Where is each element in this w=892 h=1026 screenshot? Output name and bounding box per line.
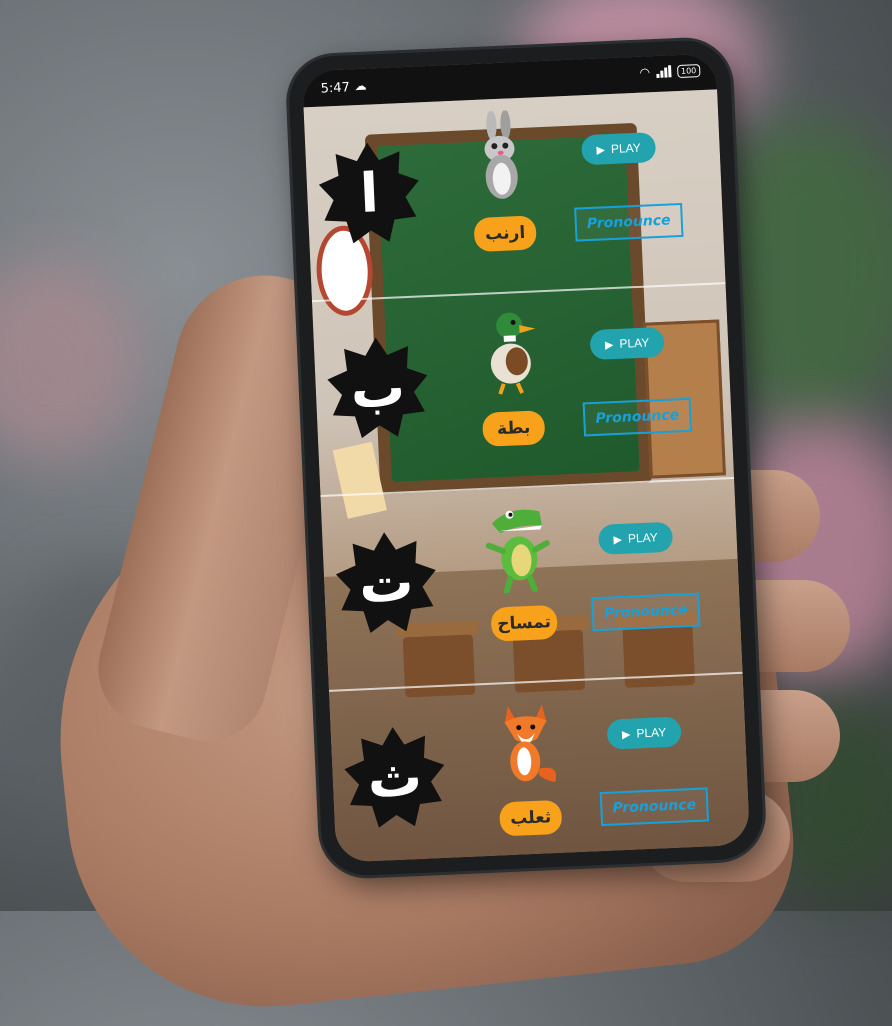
play-button[interactable]: ▶ PLAY (597, 521, 674, 555)
play-icon: ▶ (596, 143, 606, 157)
pronounce-button[interactable]: Pronounce (574, 202, 684, 242)
pronounce-button[interactable]: Pronounce (582, 397, 693, 437)
arabic-letter: ب (349, 354, 407, 421)
letter-row-ba: ب بطة ▶ PLAY Pronounce (312, 284, 734, 495)
word-label: بطة (481, 410, 546, 447)
word-label: تمساح (490, 604, 558, 642)
letter-row-tha: ث ثعلب ▶ PLAY Pronounce (329, 674, 750, 863)
status-icons: ◠ 100 (639, 63, 701, 80)
arabic-letter: ت (357, 549, 415, 615)
rabbit-icon (484, 109, 518, 199)
signal-icon (656, 65, 672, 78)
letter-row-ta: ت تمساح ▶ PLAY Pronounce (321, 479, 743, 690)
play-button[interactable]: ▶ PLAY (606, 716, 682, 750)
letter-row-alif: ا ارنب ▶ PLAY Pronounce (303, 89, 725, 300)
play-label: PLAY (636, 725, 667, 741)
play-button[interactable]: ▶ PLAY (589, 326, 665, 361)
play-icon: ▶ (613, 533, 623, 546)
app-content: ا ارنب ▶ PLAY Pronounce ب بطة ▶ PLAY Pro… (303, 89, 751, 863)
status-time: 5:47 (320, 80, 351, 97)
play-button[interactable]: ▶ PLAY (580, 132, 657, 166)
arabic-letter: ث (366, 744, 424, 810)
background-blur-shape (0, 260, 140, 460)
crocodile-icon (485, 509, 550, 594)
word-label: ارنب (473, 215, 537, 253)
fox-icon (504, 704, 557, 783)
phone: 5:47 ☁ ◠ 100 ا ارنب ▶ PLAY Pronounce ب ب… (287, 38, 765, 878)
play-icon: ▶ (621, 728, 631, 741)
play-label: PLAY (619, 335, 650, 351)
play-label: PLAY (610, 140, 642, 156)
pronounce-button[interactable]: Pronounce (599, 787, 710, 827)
word-label: ثعلب (499, 799, 563, 837)
play-icon: ▶ (604, 338, 614, 351)
play-label: PLAY (627, 530, 659, 546)
wifi-icon: ◠ (639, 65, 651, 80)
pronounce-button[interactable]: Pronounce (591, 592, 701, 632)
cloud-icon: ☁ (354, 78, 367, 94)
phone-screen: 5:47 ☁ ◠ 100 ا ارنب ▶ PLAY Pronounce ب ب… (301, 53, 751, 863)
battery-icon: 100 (676, 63, 701, 78)
arabic-letter: ا (358, 160, 380, 225)
duck-icon (490, 312, 536, 395)
